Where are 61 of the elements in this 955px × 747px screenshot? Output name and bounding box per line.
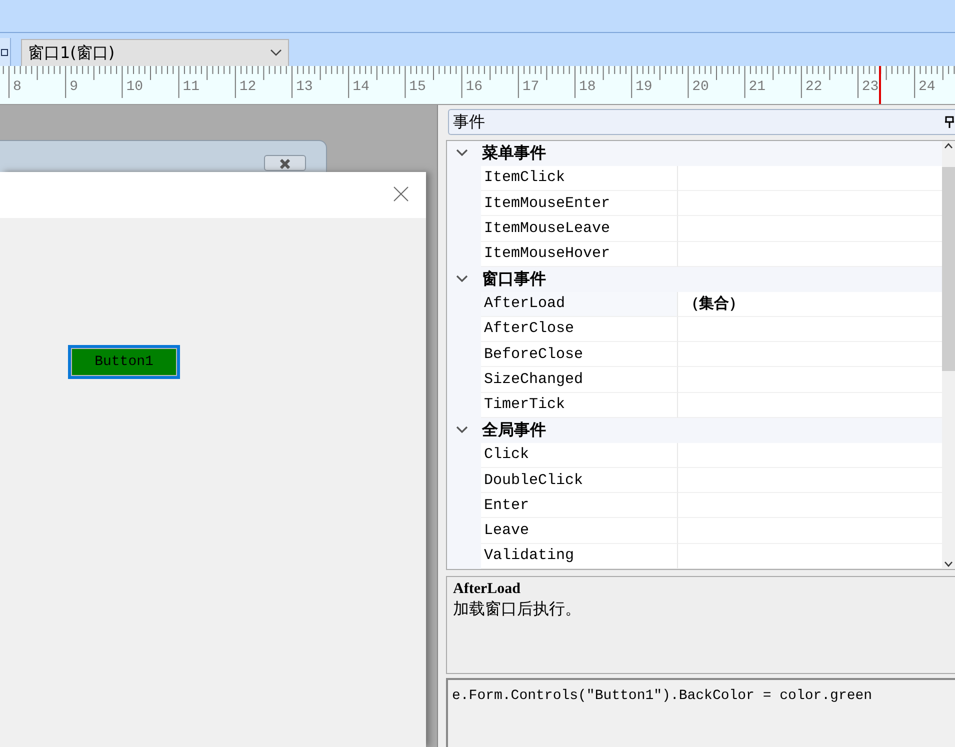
chevron-down-icon	[270, 49, 282, 57]
close-button[interactable]	[264, 155, 306, 171]
event-name-cell[interactable]: AfterLoad	[481, 292, 678, 317]
ruler-label: 16	[466, 79, 484, 95]
ruler-label: 21	[748, 79, 767, 95]
ruler-label: 17	[522, 79, 540, 95]
close-icon[interactable]	[393, 186, 409, 202]
ruler-label: 11	[182, 79, 201, 95]
ruler-label: 9	[70, 79, 79, 95]
form-button[interactable]: Button1	[70, 347, 178, 377]
object-combo[interactable]: 窗口1(窗口)	[21, 39, 289, 66]
ruler-label: 15	[409, 79, 427, 95]
event-name-cell[interactable]: SizeChanged	[481, 367, 678, 393]
event-value-cell[interactable]	[678, 166, 942, 192]
ruler-label: 24	[918, 79, 936, 95]
event-value-cell[interactable]	[678, 316, 942, 342]
close-icon	[278, 159, 292, 169]
event-value-cell[interactable]	[678, 342, 942, 368]
event-name-cell[interactable]: Click	[481, 442, 678, 468]
splitter[interactable]	[438, 105, 446, 747]
description-text: 加载窗口后执行。	[453, 599, 582, 620]
ruler-label: 10	[126, 79, 144, 95]
pin-icon[interactable]	[945, 115, 954, 129]
event-name-cell[interactable]: Validating	[481, 544, 678, 570]
scrollbar[interactable]	[942, 141, 955, 569]
ruler-label: 20	[692, 79, 710, 95]
event-name-cell[interactable]: Enter	[481, 493, 678, 518]
category-label: 全局事件	[482, 420, 546, 441]
event-name-cell[interactable]: BeforeClose	[481, 342, 678, 368]
event-value-cell[interactable]	[678, 191, 942, 216]
event-value-cell[interactable]: （集合）	[678, 292, 942, 317]
event-value-cell[interactable]	[678, 544, 942, 570]
ruler-label: 13	[296, 79, 314, 95]
event-name-cell[interactable]: ItemMouseLeave	[481, 216, 678, 242]
event-name-cell[interactable]: ItemClick	[481, 166, 678, 192]
event-name-cell[interactable]: ItemMouseEnter	[481, 191, 678, 216]
ruler-label: 14	[352, 79, 370, 95]
ruler-label: 19	[636, 79, 654, 95]
code-editor[interactable]: e.Form.Controls("Button1").BackColor = color.green	[446, 678, 955, 747]
scroll-up-icon[interactable]	[942, 141, 955, 151]
event-value-cell[interactable]	[678, 367, 942, 393]
ruler-label: 23	[862, 79, 880, 95]
ruler-marker-icon	[879, 66, 881, 104]
category-label: 窗口事件	[482, 268, 546, 290]
event-name-cell[interactable]: DoubleClick	[481, 468, 678, 494]
event-value-cell[interactable]	[678, 216, 942, 242]
toolbar-button[interactable]	[0, 38, 11, 66]
code-line: e.Form.Controls("Button1").BackColor = color.green	[452, 688, 872, 704]
event-value-cell[interactable]	[678, 242, 942, 267]
ruler-label: 22	[805, 79, 824, 95]
description-title: AfterLoad	[453, 581, 522, 598]
panel-title: 事件	[453, 112, 485, 132]
event-name-cell[interactable]: ItemMouseHover	[481, 242, 678, 267]
event-name-cell[interactable]: TimerTick	[481, 392, 678, 418]
event-name-cell[interactable]: AfterClose	[481, 316, 678, 342]
event-name-cell[interactable]: Leave	[481, 518, 678, 544]
ruler-label: 18	[578, 79, 597, 95]
ruler-label: 8	[13, 79, 22, 95]
ruler-label: 12	[239, 79, 258, 95]
scroll-down-icon[interactable]	[942, 559, 955, 569]
category-label: 菜单事件	[482, 142, 546, 164]
